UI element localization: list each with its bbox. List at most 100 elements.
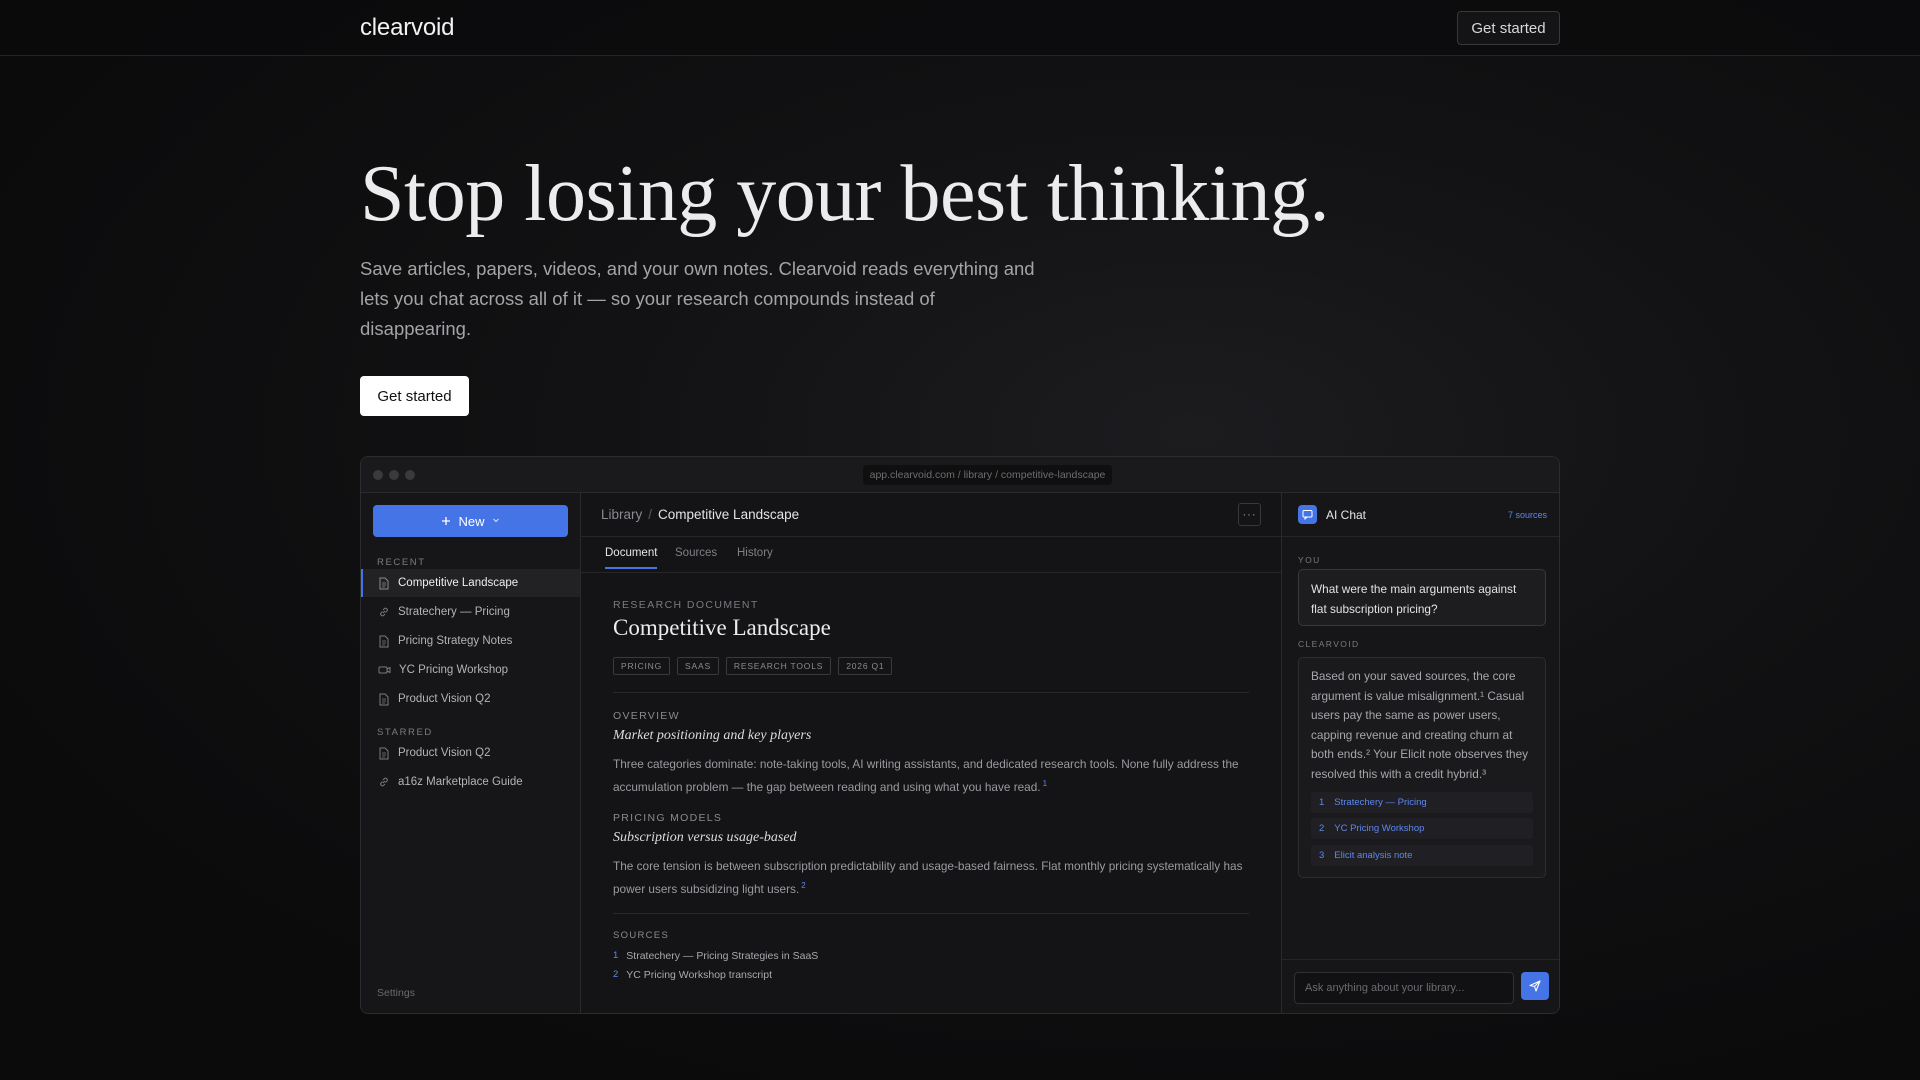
chevron-down-icon [492,516,500,526]
citation-marker[interactable]: 2 [801,881,805,890]
starred-section-label: STARRED [377,727,433,738]
citation-number: 3 [1319,849,1325,861]
chat-input-area [1282,959,1559,1013]
source-row[interactable]: 1 Stratechery — Pricing Strategies in Sa… [613,950,818,962]
new-button[interactable]: New [373,505,568,537]
sidebar-item-label: Stratechery — Pricing [398,606,510,618]
tag-chip[interactable]: PRICING [613,657,671,675]
breadcrumb: Library / Competitive Landscape [601,507,799,522]
hero-subtitle: Save articles, papers, videos, and your … [360,258,1035,339]
source-title: Stratechery — Pricing Strategies in SaaS [626,950,819,962]
settings-link[interactable]: Settings [377,987,415,999]
window-dot-minimize [389,470,399,480]
sidebar-item-label: a16z Marketplace Guide [398,776,523,788]
new-button-label: New [458,513,485,529]
sources-label: SOURCES [613,930,670,941]
hero-get-started-button[interactable]: Get started [360,376,469,416]
breadcrumb-separator: / [648,507,653,522]
document-title: Competitive Landscape [613,615,831,640]
sidebar-item-starred-product-vision-q2[interactable]: Product Vision Q2 [361,739,580,767]
tag-chip[interactable]: 2026 Q1 [838,657,893,675]
sidebar-item-label: Competitive Landscape [398,577,519,589]
chat-title: AI Chat [1326,508,1367,522]
sidebar-item-label: Pricing Strategy Notes [398,635,513,647]
sources-count-link[interactable]: 7 sources [1508,510,1547,520]
citation-number: 2 [1319,822,1325,834]
sidebar: New RECENT Competitive Landscape Stratec… [361,493,581,1013]
document-tags: PRICING SAAS RESEARCH TOOLS 2026 Q1 [613,657,893,675]
citation-chip[interactable]: 1 Stratechery — Pricing [1311,792,1533,813]
document-icon [379,747,389,759]
sidebar-item-label: Product Vision Q2 [398,693,491,705]
sidebar-item-a16z-marketplace-guide[interactable]: a16z Marketplace Guide [361,768,580,796]
sidebar-item-label: Product Vision Q2 [398,747,491,759]
document-eyebrow: RESEARCH DOCUMENT [613,599,759,611]
sidebar-item-stratechery-pricing[interactable]: Stratechery — Pricing [361,598,580,626]
section-heading-overview: Market positioning and key players [613,728,812,743]
citation-chip[interactable]: 3 Elicit analysis note [1311,845,1533,866]
sidebar-item-competitive-landscape[interactable]: Competitive Landscape [361,569,580,597]
document-pane: Library / Competitive Landscape ··· Docu… [581,493,1281,1013]
window-dot-close [373,470,383,480]
assistant-message-text: Based on your saved sources, the core ar… [1311,669,1529,781]
brand-logo[interactable]: clearvoid [360,14,454,42]
source-title: YC Pricing Workshop transcript [626,969,772,981]
video-icon [378,666,391,674]
paragraph-text: Three categories dominate: note-taking t… [613,757,1239,794]
send-icon [1529,980,1541,992]
app-preview-window: app.clearvoid.com / library / competitiv… [360,456,1560,1014]
ai-chat-panel: AI Chat 7 sources YOU What were the main… [1281,493,1559,1013]
document-icon [379,577,389,589]
sidebar-item-yc-pricing-workshop[interactable]: YC Pricing Workshop [361,656,580,684]
section-label-overview: OVERVIEW [613,710,680,722]
section-body-pricing-models: The core tension is between subscription… [613,856,1249,899]
link-icon [380,607,388,617]
tab-document[interactable]: Document [605,547,658,569]
paragraph-text: The core tension is between subscription… [613,859,1243,896]
tag-chip[interactable]: RESEARCH TOOLS [725,657,832,675]
source-number: 1 [613,950,619,961]
hero-title: Stop losing your best thinking. [360,150,1330,238]
assistant-label: CLEARVOID [1298,639,1360,649]
document-tabs: Document Sources History [581,537,1281,573]
section-label-pricing-models: PRICING MODELS [613,812,723,824]
send-button[interactable] [1521,972,1549,1000]
chat-header: AI Chat 7 sources [1282,493,1559,537]
chat-input[interactable] [1294,972,1514,1004]
document-icon [379,693,389,705]
divider [613,692,1249,693]
section-heading-pricing-models: Subscription versus usage-based [613,830,797,845]
citation-title: Elicit analysis note [1334,849,1413,861]
document-icon [379,635,389,647]
breadcrumb-current: Competitive Landscape [658,507,800,522]
tag-chip[interactable]: SAAS [677,657,719,675]
source-row[interactable]: 2 YC Pricing Workshop transcript [613,969,772,981]
breadcrumb-library[interactable]: Library [601,507,642,522]
divider [613,913,1249,914]
nav-get-started-button[interactable]: Get started [1457,11,1560,45]
citation-number: 1 [1319,796,1325,808]
citation-title: YC Pricing Workshop [1334,822,1425,834]
source-number: 2 [613,969,619,980]
breadcrumb-bar: Library / Competitive Landscape ··· [581,493,1281,537]
plus-icon [441,514,451,529]
link-icon [380,777,388,787]
url-bar[interactable]: app.clearvoid.com / library / competitiv… [863,465,1112,485]
window-dot-maximize [405,470,415,480]
user-message: What were the main arguments against fla… [1298,569,1546,626]
window-titlebar: app.clearvoid.com / library / competitiv… [361,457,1559,493]
citation-marker[interactable]: 1 [1043,779,1047,788]
tab-sources[interactable]: Sources [675,547,717,559]
more-options-button[interactable]: ··· [1238,503,1261,526]
tab-history[interactable]: History [737,547,773,559]
you-label: YOU [1298,555,1321,565]
citation-chip[interactable]: 2 YC Pricing Workshop [1311,818,1533,839]
section-body-overview: Three categories dominate: note-taking t… [613,754,1249,797]
top-navbar: clearvoid Get started [0,0,1920,56]
recent-section-label: RECENT [377,557,426,568]
chat-bubble-icon [1298,505,1317,524]
sidebar-item-label: YC Pricing Workshop [399,664,509,676]
sidebar-item-pricing-strategy-notes[interactable]: Pricing Strategy Notes [361,627,580,655]
assistant-message: Based on your saved sources, the core ar… [1298,657,1546,878]
sidebar-item-product-vision-q2[interactable]: Product Vision Q2 [361,685,580,713]
